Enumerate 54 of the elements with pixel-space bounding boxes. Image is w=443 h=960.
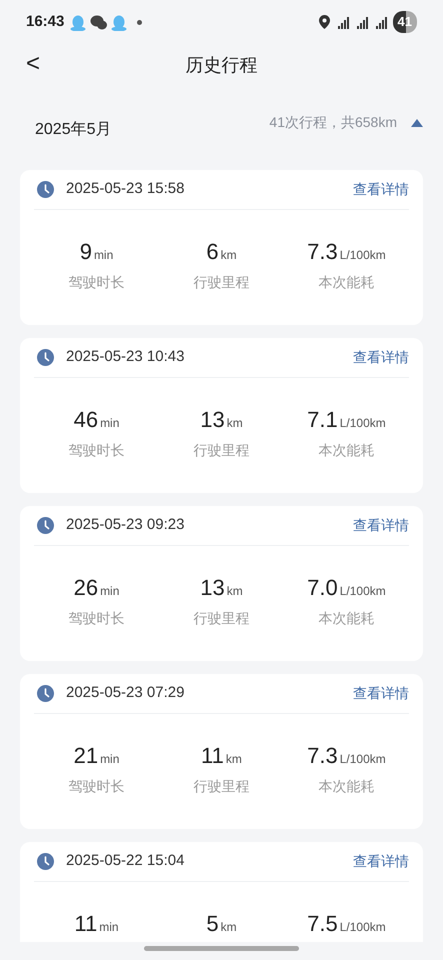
stat-value: 7.3 L/100km <box>306 241 387 263</box>
clock-icon <box>37 349 54 366</box>
clock-icon <box>37 517 54 534</box>
stat-value: 21 min <box>72 745 120 767</box>
stat-label: 本次能耗 <box>317 777 376 796</box>
clock-icon <box>37 685 54 702</box>
details-link[interactable]: 查看详情 <box>353 851 409 872</box>
location-pin-icon <box>318 15 330 29</box>
trip-datetime: 2025-05-23 15:58 <box>66 179 184 200</box>
stat-value: 7.0 L/100km <box>306 577 387 599</box>
chat-bubbles-icon <box>90 14 108 30</box>
stat-label: 驾驶时长 <box>67 273 126 292</box>
stat-label: 驾驶时长 <box>67 441 126 460</box>
trip-datetime: 2025-05-23 10:43 <box>66 347 184 368</box>
collapse-arrow-icon[interactable] <box>411 118 423 126</box>
stat-value: 13 km <box>199 577 244 599</box>
details-link[interactable]: 查看详情 <box>353 347 409 368</box>
dot-icon <box>137 20 142 24</box>
stat-value: 7.1 L/100km <box>306 409 387 431</box>
stat-label: 行驶里程 <box>192 441 250 460</box>
stat-value: 46 min <box>72 409 120 431</box>
trip-datetime: 2025-05-23 07:29 <box>66 683 184 704</box>
details-link[interactable]: 查看详情 <box>353 179 409 200</box>
clock-icon <box>37 181 54 198</box>
signal-icon <box>376 16 387 28</box>
clock-icon <box>37 853 54 870</box>
stat-value: 5 km <box>205 913 238 935</box>
trip-datetime: 2025-05-22 15:04 <box>66 851 184 872</box>
trip-datetime: 2025-05-23 09:23 <box>66 515 184 536</box>
status-time: 16:43 <box>26 12 64 32</box>
stat-label: 行驶里程 <box>192 609 250 628</box>
back-button[interactable]: < <box>22 50 44 79</box>
details-link[interactable]: 查看详情 <box>353 683 409 704</box>
stat-label: 本次能耗 <box>317 441 376 460</box>
stat-value: 26 min <box>72 577 120 599</box>
stat-value: 7.3 L/100km <box>306 745 387 767</box>
trip-summary: 41次行程，共658km <box>269 113 397 132</box>
stat-value: 11 km <box>200 745 243 767</box>
stat-label: 驾驶时长 <box>67 609 126 628</box>
stat-label: 本次能耗 <box>317 609 376 628</box>
stat-value: 11 min <box>73 913 120 935</box>
stat-label: 行驶里程 <box>192 273 250 292</box>
page-title: 历史行程 <box>186 54 258 76</box>
signal-icon <box>356 16 368 28</box>
stat-label: 驾驶时长 <box>67 777 126 796</box>
stat-value: 13 km <box>199 409 244 431</box>
stat-value: 7.5 L/100km <box>306 913 387 935</box>
month-label: 2025年5月 <box>35 120 112 140</box>
signal-icon <box>338 16 349 28</box>
stat-value: 9 min <box>78 241 114 263</box>
stat-label: 行驶里程 <box>192 777 250 796</box>
details-link[interactable]: 查看详情 <box>353 515 409 536</box>
stat-label: 本次能耗 <box>317 273 376 292</box>
stat-value: 6 km <box>205 241 238 263</box>
